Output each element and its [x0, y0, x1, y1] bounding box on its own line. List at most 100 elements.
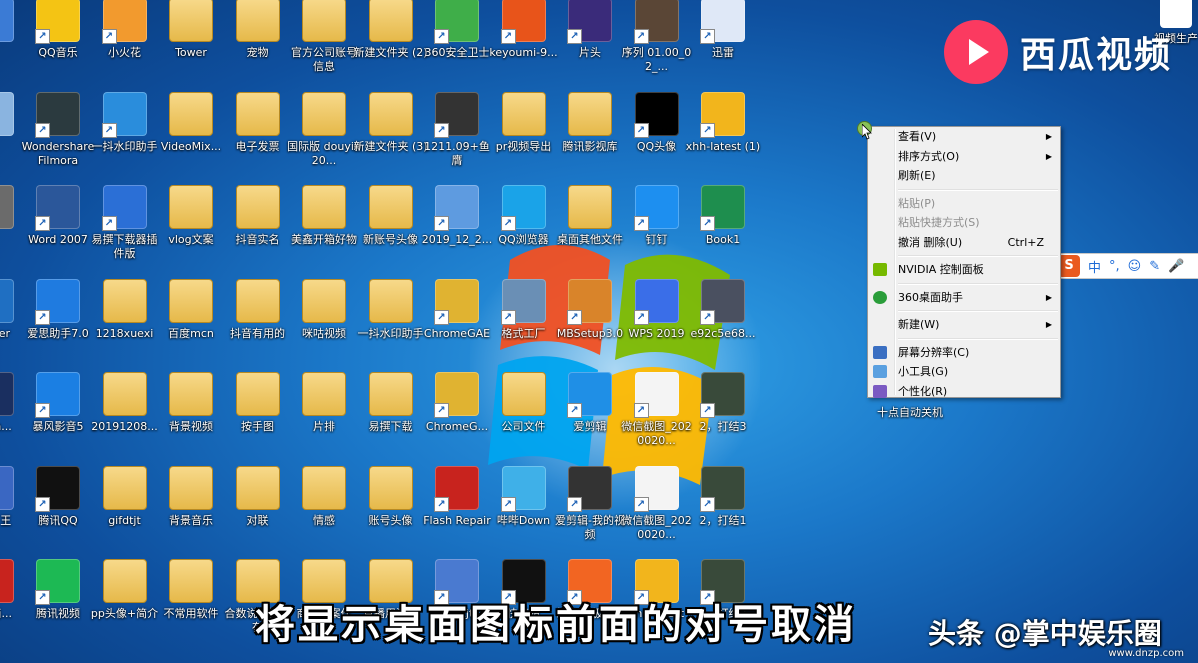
desktop-icon[interactable]: QQ浏览器: [486, 185, 562, 247]
app-icon: [633, 372, 679, 418]
desktop-icon[interactable]: 不常用软件: [153, 559, 229, 621]
context-menu-item[interactable]: 360桌面助手 ▶: [868, 288, 1060, 308]
desktop-icon[interactable]: QQ头像: [619, 91, 695, 154]
desktop-icon[interactable]: 易撰下载器插件版: [87, 185, 163, 261]
emoji-icon[interactable]: ☺: [1128, 259, 1142, 274]
desktop-icon[interactable]: xhh-latest (1): [685, 91, 761, 154]
context-menu-item[interactable]: 屏幕分辨率(C): [868, 343, 1060, 363]
ime-toolbar[interactable]: S 中 °, ☺ ✎ 🎤: [1055, 253, 1198, 279]
app-icon: [35, 185, 80, 231]
desktop-icon[interactable]: 新建文件夹 (3): [353, 91, 429, 154]
desktop-icon[interactable]: 背景音乐: [153, 465, 229, 528]
desktop-icon[interactable]: 宠物: [220, 0, 296, 60]
ime-punctuation[interactable]: °,: [1109, 259, 1120, 274]
desktop-icon[interactable]: 背景视频: [153, 372, 229, 434]
desktop-icon[interactable]: 账号头像: [353, 465, 429, 528]
context-menu-item[interactable]: 个性化(R): [868, 382, 1060, 402]
desktop-icon[interactable]: 易撰下载: [353, 372, 429, 434]
desktop-icon[interactable]: 爱剪辑-我的视频: [552, 465, 628, 542]
desktop-icon[interactable]: 抖音有用的: [220, 278, 296, 341]
desktop-icon[interactable]: ChromeG...: [419, 372, 495, 434]
desktop-icon[interactable]: ChromeGAE: [419, 278, 495, 341]
microphone-icon[interactable]: 🎤: [1168, 259, 1184, 274]
menu-separator: [898, 310, 1058, 312]
desktop-icon[interactable]: 官方公司账号信息: [286, 0, 362, 74]
desktop-icon[interactable]: 暴风影音5: [20, 372, 96, 434]
desktop-icon[interactable]: QQ音乐: [20, 0, 96, 60]
desktop-icon[interactable]: 新建文件夹 (2): [353, 0, 429, 60]
desktop-icon[interactable]: 爱剪辑: [552, 372, 628, 434]
desktop-icon[interactable]: 情感: [286, 465, 362, 528]
desktop-icon[interactable]: gifdtjt: [87, 465, 163, 528]
context-menu-item[interactable]: NVIDIA 控制面板: [868, 260, 1060, 280]
desktop-icon[interactable]: 爱思助手7.0: [20, 278, 96, 341]
submenu-arrow-icon: ▶: [1045, 320, 1052, 329]
desktop-icon[interactable]: Word 2007: [20, 185, 96, 247]
desktop-icon[interactable]: 片排: [286, 372, 362, 434]
desktop-icon[interactable]: pr视频导出: [486, 91, 562, 154]
desktop-icon[interactable]: 哔哔Down: [486, 465, 562, 528]
desktop-icon[interactable]: 小火花: [87, 0, 163, 60]
desktop-icon-label: 片头: [579, 46, 601, 59]
desktop-icon[interactable]: Flash Repair: [419, 465, 495, 528]
desktop-icon[interactable]: 1218xuexi: [87, 278, 163, 341]
desktop-icon-label: 新建文件夹 (2): [353, 46, 428, 59]
desktop-icon[interactable]: 对联: [220, 465, 296, 528]
desktop-icon[interactable]: 2，打结1: [685, 465, 761, 528]
desktop-icon[interactable]: 公司文件: [486, 372, 562, 434]
desktop-icon[interactable]: 抖音实名: [220, 185, 296, 247]
desktop-icon[interactable]: 20191208...: [87, 372, 163, 434]
desktop-icon[interactable]: 按手图: [220, 372, 296, 434]
desktop-icon[interactable]: Book1: [685, 185, 761, 247]
desktop-icon[interactable]: 百度mcn: [153, 278, 229, 341]
desktop-icon[interactable]: keyoumi-9...: [486, 0, 562, 60]
desktop-icon[interactable]: 咪咕视频: [286, 278, 362, 341]
desktop-icon[interactable]: 微信截图_2020020...: [619, 372, 695, 448]
desktop-icon[interactable]: 新账号头像: [353, 185, 429, 247]
desktop-icon[interactable]: 序列 01.00_02_...: [619, 0, 695, 74]
gadgets-icon: [873, 365, 887, 378]
desktop-icon-label: 电子发票: [235, 139, 280, 153]
desktop-icon[interactable]: Wondershare Filmora: [20, 91, 96, 168]
context-menu-item[interactable]: 查看(V) ▶: [868, 127, 1060, 147]
desktop-icon[interactable]: 一抖水印助手: [87, 91, 163, 154]
context-menu-item[interactable]: 排序方式(O) ▶: [868, 147, 1060, 167]
desktop-icon[interactable]: 2019_12_2...: [419, 185, 495, 247]
desktop-icon[interactable]: 迅雷: [685, 0, 761, 60]
context-menu-item[interactable]: 小工具(G): [868, 362, 1060, 382]
app-icon: [434, 91, 479, 138]
context-menu-item[interactable]: 刷新(E): [868, 166, 1060, 186]
desktop-icon[interactable]: 电子发票: [220, 91, 296, 154]
desktop-icon-label: 爱剪辑-我的视频: [555, 513, 625, 541]
desktop-icon[interactable]: 腾讯影视库: [552, 91, 628, 154]
desktop-icon[interactable]: 微信截图_2020020...: [619, 465, 695, 542]
desktop-icon[interactable]: 1211.09+鱼膺: [419, 91, 495, 168]
context-menu-item[interactable]: 撤消 删除(U) Ctrl+Z: [868, 233, 1060, 253]
app-icon: [101, 91, 147, 138]
context-menu-item[interactable]: 新建(W) ▶: [868, 315, 1060, 335]
desktop-icon[interactable]: 腾讯QQ: [20, 465, 96, 528]
app-icon: [700, 0, 745, 44]
desktop-icon[interactable]: 360安全卫士: [419, 0, 495, 60]
desktop-icon[interactable]: pp头像+简介: [87, 559, 163, 621]
desktop-icon[interactable]: 片头: [552, 0, 628, 60]
desktop-icon[interactable]: 国际版 douyin20...: [286, 91, 362, 168]
folder-icon: [568, 185, 612, 229]
desktop-icon[interactable]: 2，打结3: [685, 372, 761, 434]
sogou-logo-icon[interactable]: S: [1058, 255, 1080, 277]
desktop-icon[interactable]: e92c5e68...: [685, 278, 761, 341]
desktop-icon[interactable]: 格式工厂: [486, 278, 562, 341]
pen-icon[interactable]: ✎: [1149, 259, 1160, 274]
desktop-icon[interactable]: 钉钉: [619, 185, 695, 247]
desktop-icon[interactable]: MBSetup3.0: [552, 278, 628, 341]
ime-mode-chinese[interactable]: 中: [1088, 257, 1101, 276]
desktop-icon[interactable]: Tower: [153, 0, 229, 60]
desktop-icon[interactable]: 美鑫开箱好物: [286, 185, 362, 247]
desktop-icon[interactable]: 腾讯视频: [20, 559, 96, 621]
desktop-icon[interactable]: vlog文案: [153, 185, 229, 247]
desktop-icon[interactable]: WPS 2019: [619, 278, 695, 341]
desktop-icon[interactable]: VideoMix...: [153, 91, 229, 154]
desktop-icon[interactable]: 桌面其他文件: [552, 185, 628, 247]
desktop-icon[interactable]: 一抖水印助手: [353, 278, 429, 341]
folder-icon: [102, 559, 147, 603]
